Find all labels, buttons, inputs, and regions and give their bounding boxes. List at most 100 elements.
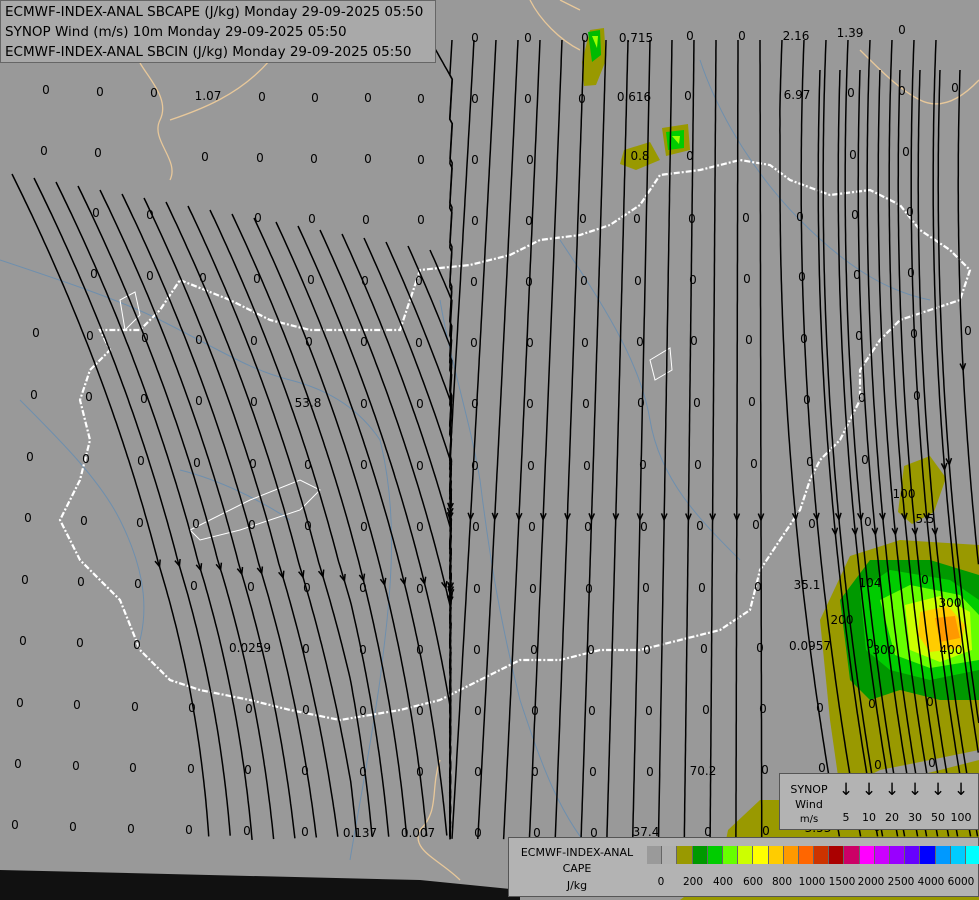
cape-value: 0 — [589, 765, 597, 779]
cape-value: 0 — [361, 274, 369, 288]
cape-value: 0 — [307, 273, 315, 287]
cape-value: 0 — [579, 212, 587, 226]
cape-value: 0 — [525, 275, 533, 289]
cape-value: 1.39 — [837, 26, 864, 40]
cape-value: 0 — [359, 643, 367, 657]
cape-value: 0 — [14, 757, 22, 771]
cape-value: 0 — [311, 91, 319, 105]
cape-value: 0 — [195, 333, 203, 347]
cape-colorbar-ticks: 0 200 400 600 800 1000 1500 2000 2500 4000 6000 — [647, 876, 979, 890]
cape-value: 6.97 — [784, 88, 811, 102]
cape-color-swatch — [768, 846, 784, 864]
cape-color-swatch — [707, 846, 723, 864]
cape-value: 0 — [92, 206, 100, 220]
cape-value: 5.5 — [915, 512, 934, 526]
cape-value: 0 — [868, 697, 876, 711]
cape-value: 0 — [359, 704, 367, 718]
cape-value: 0 — [42, 83, 50, 97]
cape-value: 0 — [247, 580, 255, 594]
wind-legend-unit: m/s — [799, 814, 819, 825]
cape-value: 0 — [796, 210, 804, 224]
cape-value: 0 — [926, 695, 934, 709]
cape-value: 0 — [688, 212, 696, 226]
cape-value: 0 — [645, 704, 653, 718]
cape-value: 0 — [416, 397, 424, 411]
cape-value: 0 — [11, 818, 19, 832]
cape-value: 0 — [964, 324, 972, 338]
cape-color-swatch — [647, 846, 663, 864]
cape-tick-label: 2000 — [857, 876, 885, 888]
cape-value: 0 — [585, 582, 593, 596]
cape-value: 0 — [69, 820, 77, 834]
cape-value: 0 — [310, 152, 318, 166]
cape-value: 0 — [76, 636, 84, 650]
cape-value: 0 — [471, 92, 479, 106]
cape-value: 0 — [531, 704, 539, 718]
cape-tick-label: 800 — [771, 876, 793, 888]
cape-value: 0 — [470, 275, 478, 289]
cape-value: 0 — [474, 704, 482, 718]
cape-value: 0 — [360, 397, 368, 411]
cape-value: 0 — [524, 92, 532, 106]
cape-value: 0 — [748, 395, 756, 409]
cape-color-swatch — [677, 846, 693, 864]
cape-value: 0 — [16, 696, 24, 710]
title-sbcin: ECMWF-INDEX-ANAL SBCIN (J/kg) Monday 29-… — [5, 44, 412, 60]
cape-value: 0 — [416, 520, 424, 534]
cape-value: 0 — [642, 581, 650, 595]
cape-value: 0 — [847, 86, 855, 100]
cape-value: 0 — [250, 334, 258, 348]
cape-value: 0 — [243, 824, 251, 838]
cape-value: 0 — [470, 336, 478, 350]
cape-value: 0 — [187, 762, 195, 776]
cape-value: 0 — [849, 148, 857, 162]
cape-value: 0 — [910, 327, 918, 341]
cape-value: 0 — [858, 391, 866, 405]
cape-value: 0 — [77, 575, 85, 589]
cape-value: 0 — [756, 641, 764, 655]
cape-value: 0 — [898, 84, 906, 98]
cape-value: 0 — [473, 582, 481, 596]
cape-colorbar — [647, 846, 979, 864]
cape-value: 0 — [637, 396, 645, 410]
cape-color-swatch — [920, 846, 936, 864]
cape-value: 0 — [694, 458, 702, 472]
cape-value: 0 — [73, 698, 81, 712]
cape-value: 0 — [244, 763, 252, 777]
cape-legend-title: ECMWF-INDEX-ANAL — [520, 846, 634, 859]
cape-value: 0 — [21, 573, 29, 587]
cape-value: 0 — [30, 388, 38, 402]
cape-value: 0.8 — [630, 149, 649, 163]
cape-value: 0 — [913, 389, 921, 403]
cape-value: 0 — [702, 703, 710, 717]
cape-value: 0 — [359, 581, 367, 595]
cape-value: 0 — [853, 268, 861, 282]
cape-value: 0 — [82, 452, 90, 466]
cape-value: 0 — [473, 643, 481, 657]
cape-value: 0 — [137, 454, 145, 468]
cape-legend: ECMWF-INDEX-ANAL CAPE J/kg 0 200 400 600 800… — [508, 837, 979, 897]
cape-value: 0 — [689, 273, 697, 287]
cape-value: 0.616 — [617, 90, 651, 104]
title-wind: SYNOP Wind (m/s) 10m Monday 29-09-2025 0… — [5, 24, 347, 40]
cape-value: 0 — [303, 581, 311, 595]
cape-value: 0 — [19, 634, 27, 648]
cape-value: 0 — [471, 459, 479, 473]
cape-value: 0 — [80, 514, 88, 528]
cape-value: 0 — [248, 518, 256, 532]
cape-value: 0 — [693, 396, 701, 410]
cape-value: 0 — [72, 759, 80, 773]
cape-value: 0 — [803, 393, 811, 407]
cape-color-swatch — [965, 846, 979, 864]
cape-tick-label: 1500 — [828, 876, 856, 888]
cape-value: 0 — [360, 458, 368, 472]
cape-value: 0 — [416, 459, 424, 473]
cape-value: 0 — [305, 335, 313, 349]
cape-value: 0 — [636, 335, 644, 349]
cape-color-swatch — [692, 846, 708, 864]
cape-value: 0 — [136, 516, 144, 530]
cape-value: 0 — [861, 453, 869, 467]
cape-value: 0 — [360, 520, 368, 534]
wind-legend-arrow-icon: ↓ — [907, 780, 923, 800]
title-sbcape: ECMWF-INDEX-ANAL SBCAPE (J/kg) Monday 29… — [5, 4, 424, 20]
